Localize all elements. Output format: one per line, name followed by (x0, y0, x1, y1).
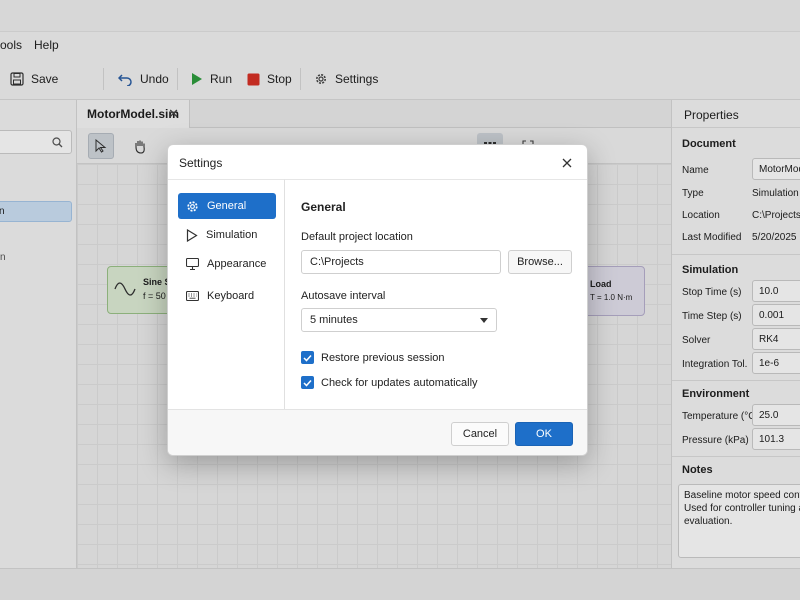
settings-dialog: Settings General Simulation Appearance K… (167, 144, 588, 456)
project-location-label: Default project location (301, 231, 413, 243)
play-icon (186, 228, 198, 242)
chevron-down-icon (480, 317, 488, 323)
dialog-close-button[interactable] (557, 153, 577, 173)
close-icon (562, 158, 572, 168)
monitor-icon (186, 258, 199, 270)
cancel-button[interactable]: Cancel (451, 422, 509, 446)
settings-nav: General Simulation Appearance Keyboard (168, 179, 285, 409)
checkmark-icon (303, 379, 312, 387)
autosave-interval-label: Autosave interval (301, 290, 386, 302)
nav-item-label: Simulation (206, 229, 258, 241)
checkmark-icon (303, 354, 312, 362)
section-title: General (301, 200, 346, 214)
autosave-interval-value: 5 minutes (310, 314, 358, 326)
check-updates-label: Check for updates automatically (321, 376, 478, 389)
project-location-input[interactable] (301, 250, 501, 274)
dialog-title: Settings (179, 156, 223, 170)
nav-item-simulation[interactable]: Simulation (178, 222, 276, 248)
dialog-footer: Cancel OK (168, 409, 587, 455)
nav-item-keyboard[interactable]: Keyboard (178, 283, 276, 309)
check-updates-option[interactable]: Check for updates automatically (301, 376, 478, 389)
nav-item-label: Keyboard (207, 290, 255, 302)
browse-button[interactable]: Browse... (508, 250, 572, 274)
nav-item-appearance[interactable]: Appearance (178, 251, 276, 277)
ok-button[interactable]: OK (515, 422, 573, 446)
nav-item-label: General (207, 200, 247, 212)
restore-session-label: Restore previous session (321, 351, 445, 364)
settings-content: General Default project location Browse.… (285, 179, 587, 409)
restore-session-checkbox[interactable] (301, 351, 314, 364)
gear-icon (187, 200, 198, 212)
autosave-interval-select[interactable]: 5 minutes (301, 308, 497, 332)
nav-item-general[interactable]: General (178, 193, 276, 219)
check-updates-checkbox[interactable] (301, 376, 314, 389)
restore-session-option[interactable]: Restore previous session (301, 351, 445, 364)
nav-item-label: Appearance (207, 258, 267, 270)
keyboard-icon (186, 291, 199, 301)
